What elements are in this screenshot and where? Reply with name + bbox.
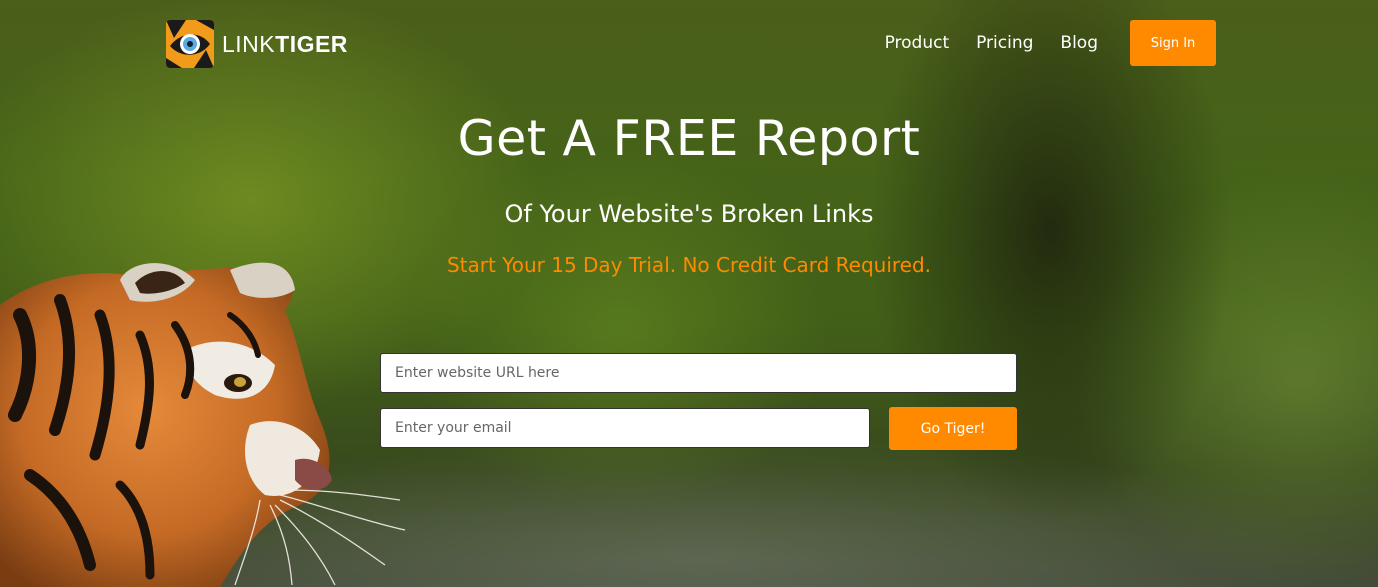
hero-headline: Get A FREE Report xyxy=(457,110,921,167)
website-url-input[interactable] xyxy=(380,353,1017,393)
logo-link[interactable]: LINKTIGER xyxy=(166,20,348,68)
trial-tagline: Start Your 15 Day Trial. No Credit Card … xyxy=(446,253,932,277)
hero-subheadline: Of Your Website's Broken Links xyxy=(504,200,874,228)
email-input[interactable] xyxy=(380,408,870,448)
logo-text-link: LINK xyxy=(222,30,276,57)
go-tiger-button[interactable]: Go Tiger! xyxy=(889,407,1017,450)
sign-in-button[interactable]: Sign In xyxy=(1130,20,1216,66)
main-nav: Product Pricing Blog Sign In xyxy=(885,20,1216,66)
logo-text-tiger: TIGER xyxy=(275,30,348,57)
nav-link-pricing[interactable]: Pricing xyxy=(976,20,1033,66)
tiger-eye-icon xyxy=(166,20,214,68)
nav-link-blog[interactable]: Blog xyxy=(1060,20,1098,66)
tiger-image xyxy=(0,262,406,587)
nav-link-product[interactable]: Product xyxy=(885,20,950,66)
logo-text: LINKTIGER xyxy=(222,31,348,58)
